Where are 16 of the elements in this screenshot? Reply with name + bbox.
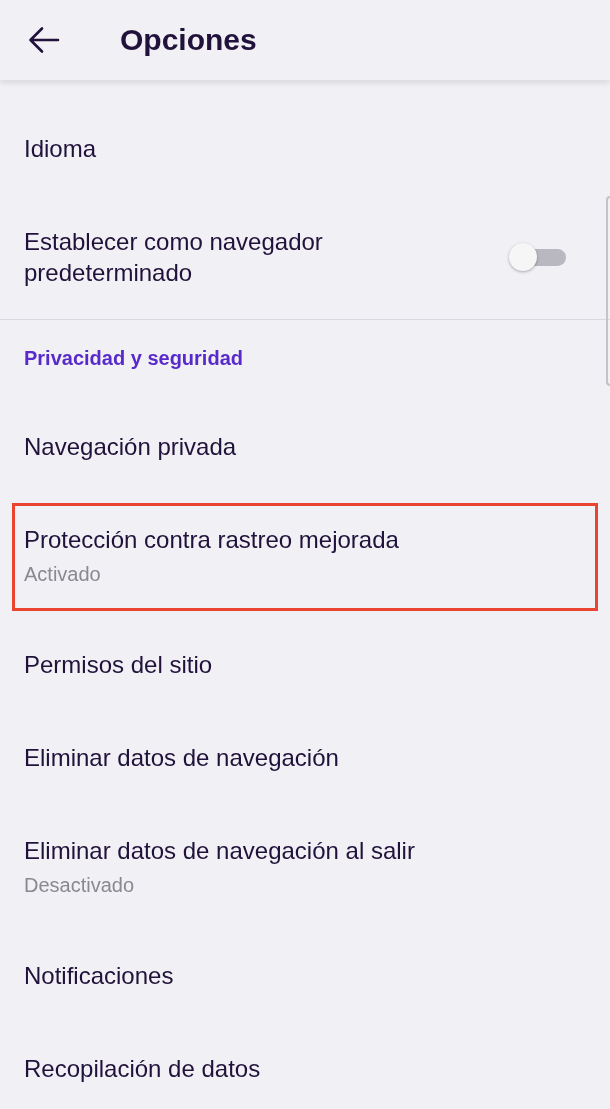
setting-title[interactable]: Navegación privada <box>24 431 237 462</box>
setting-title[interactable]: Notificaciones <box>24 960 174 991</box>
page-title: Opciones <box>120 22 257 58</box>
setting-title[interactable]: Recopilación de datos <box>24 1053 261 1084</box>
setting-title[interactable]: Idioma <box>24 133 97 164</box>
setting-summary: Activado <box>24 562 101 587</box>
setting-title[interactable]: Eliminar datos de navegación al salir <box>24 835 415 866</box>
back-button[interactable] <box>28 26 60 54</box>
setting-title[interactable]: Eliminar datos de navegación <box>24 742 339 773</box>
toggle-switch[interactable] <box>509 243 567 271</box>
setting-title[interactable]: Permisos del sitio <box>24 649 213 680</box>
section-header: Privacidad y seguridad <box>24 347 243 369</box>
setting-summary: Desactivado <box>24 873 135 898</box>
setting-title[interactable]: Establecer como navegador predeterminado <box>24 226 464 288</box>
setting-title[interactable]: Protección contra rastreo mejorada <box>24 524 399 555</box>
back-arrow-icon <box>28 26 60 54</box>
